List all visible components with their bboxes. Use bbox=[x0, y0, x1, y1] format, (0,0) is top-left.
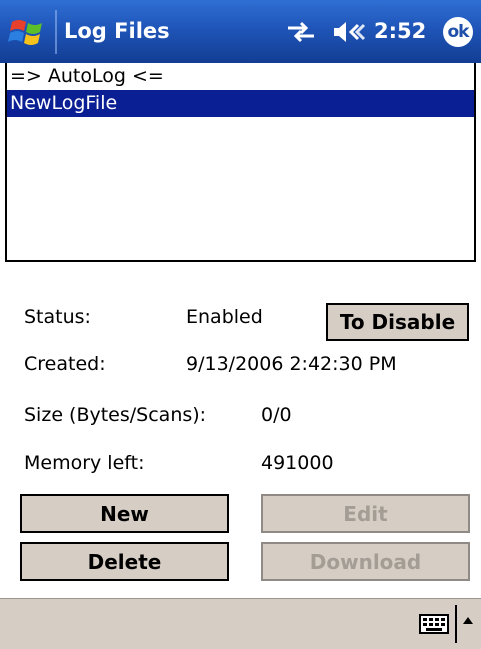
title-bar: Log Files 2:52 ok bbox=[0, 0, 481, 63]
list-item-selected[interactable]: NewLogFile bbox=[7, 90, 474, 117]
status-label: Status: bbox=[24, 306, 91, 328]
download-button[interactable]: Download bbox=[261, 542, 470, 581]
delete-button[interactable]: Delete bbox=[20, 542, 229, 581]
log-file-list[interactable]: => AutoLog <= NewLogFile bbox=[5, 63, 476, 262]
list-item[interactable]: => AutoLog <= bbox=[7, 63, 474, 90]
connectivity-icon[interactable] bbox=[286, 20, 316, 44]
size-value: 0/0 bbox=[261, 404, 292, 426]
new-button[interactable]: New bbox=[20, 494, 229, 533]
windows-start-icon[interactable] bbox=[8, 14, 48, 50]
status-value: Enabled bbox=[186, 306, 263, 328]
created-label: Created: bbox=[24, 353, 106, 375]
memory-label: Memory left: bbox=[24, 452, 145, 474]
title-separator bbox=[55, 10, 57, 54]
keyboard-icon[interactable] bbox=[419, 614, 449, 634]
created-value: 9/13/2006 2:42:30 PM bbox=[186, 353, 397, 375]
menu-bar bbox=[0, 598, 481, 649]
edit-button[interactable]: Edit bbox=[261, 494, 470, 533]
window-title: Log Files bbox=[64, 19, 170, 43]
size-label: Size (Bytes/Scans): bbox=[24, 404, 207, 426]
clock[interactable]: 2:52 bbox=[374, 19, 426, 43]
memory-value: 491000 bbox=[261, 452, 334, 474]
input-menu-arrow-icon[interactable] bbox=[462, 615, 474, 625]
toggle-disable-button[interactable]: To Disable bbox=[326, 303, 469, 341]
input-separator bbox=[455, 605, 457, 643]
ok-button[interactable]: ok bbox=[443, 17, 473, 47]
volume-icon[interactable] bbox=[332, 20, 366, 44]
